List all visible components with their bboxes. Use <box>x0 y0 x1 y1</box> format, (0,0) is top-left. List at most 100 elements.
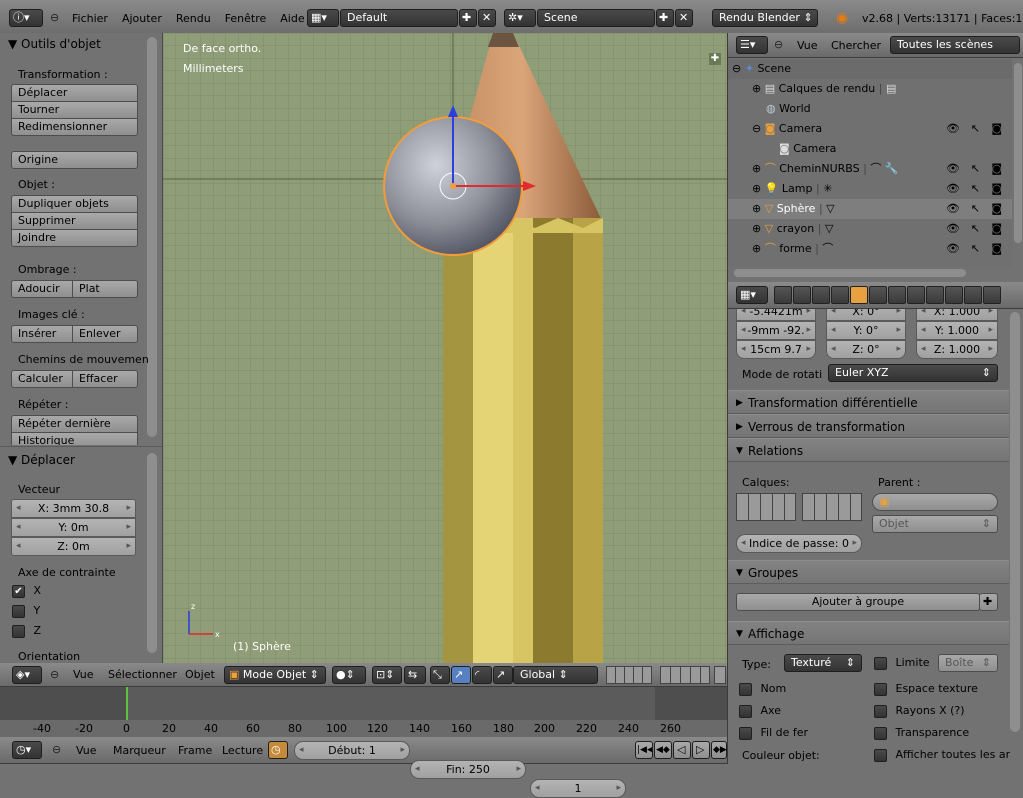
add-scene-button[interactable]: ✚ <box>656 9 674 27</box>
add-layout-button[interactable]: ✚ <box>459 9 477 27</box>
tool-shelf-title[interactable]: ▼ Outils d'objet <box>8 37 101 51</box>
render-camera-icon[interactable]: ◙ <box>991 119 1002 139</box>
constraint-z[interactable]: Z <box>12 624 41 638</box>
clear-paths-button[interactable]: Effacer <box>72 370 138 388</box>
display-panel[interactable]: Affichage <box>728 621 1009 646</box>
rotate-manipulator-button[interactable]: ↗ <box>451 666 471 684</box>
outliner-collapse-icon[interactable]: ⊖ <box>774 38 783 51</box>
visibility-camera-icon[interactable]: 👁 <box>946 119 960 139</box>
location-z-field[interactable]: 15cm 9.7 <box>736 340 816 359</box>
layers-grid-2[interactable] <box>660 666 710 684</box>
scale-manipulator-button[interactable]: ◜ <box>472 666 492 684</box>
menu-rendu[interactable]: Rendu <box>176 12 211 25</box>
layout-type-button[interactable]: ▦▾ <box>307 9 339 27</box>
vector-y-field[interactable]: Y: 0m <box>11 518 136 537</box>
axis-checkbox[interactable] <box>739 704 752 718</box>
menu-fenetre[interactable]: Fenêtre <box>225 12 267 25</box>
remove-keyframe-button[interactable]: Enlever <box>72 325 138 343</box>
repeat-last-button[interactable]: Répéter dernière <box>11 415 138 433</box>
timeline-collapse-icon[interactable]: ⊖ <box>52 743 61 756</box>
tab-scene-icon[interactable] <box>812 286 830 304</box>
transform-orientation-icon[interactable]: ↗ <box>493 666 513 684</box>
bounds-checkbox[interactable] <box>874 656 887 670</box>
visibility-sphere-icon[interactable]: 👁 <box>946 199 960 219</box>
add-to-group-button[interactable]: Ajouter à groupe <box>736 593 980 611</box>
rotation-mode-select[interactable]: Euler XYZ ⇕ <box>828 364 998 382</box>
object-layers-grid-b[interactable] <box>802 493 862 521</box>
timeline-editor-type-button[interactable]: ◷▾ <box>12 741 42 759</box>
texture-space-toggle[interactable]: Espace texture <box>874 682 978 696</box>
scale-y-field[interactable]: Y: 1.000 <box>916 321 998 340</box>
transparency-toggle[interactable]: Transparence <box>874 726 969 740</box>
select-forme-icon[interactable]: ↖ <box>971 239 980 259</box>
current-frame-field[interactable]: 1 <box>530 779 626 798</box>
tab-data-icon[interactable] <box>907 286 925 304</box>
start-frame-field[interactable]: Début: 1 <box>294 741 410 760</box>
timeline-menu-frame[interactable]: Frame <box>178 744 212 757</box>
preview-range-button[interactable]: ◷ <box>268 741 288 759</box>
location-y-field[interactable]: -9mm -92. <box>736 321 816 340</box>
timeline-menu-marker[interactable]: Marqueur <box>113 744 166 757</box>
render-sphere-icon[interactable]: ◙ <box>991 199 1002 219</box>
all-edges-toggle[interactable]: Afficher toutes les ar <box>874 748 1010 762</box>
rotate-button[interactable]: Tourner <box>11 101 138 119</box>
constraint-x[interactable]: ✔ X <box>12 584 41 598</box>
constraint-y-checkbox[interactable] <box>12 604 25 618</box>
name-checkbox[interactable] <box>739 682 752 696</box>
insert-keyframe-button[interactable]: Insérer <box>11 325 73 343</box>
relations-panel[interactable]: Relations <box>728 438 1009 463</box>
tab-material-icon[interactable] <box>926 286 944 304</box>
vector-z-field[interactable]: Z: 0m <box>11 537 136 556</box>
editor-type-info-button[interactable]: ⓘ▾ <box>9 9 43 27</box>
calculate-paths-button[interactable]: Calculer <box>11 370 73 388</box>
rotation-z-field[interactable]: Z: 0° <box>826 340 906 359</box>
tab-object-icon[interactable] <box>850 286 868 304</box>
tool-shelf-scrollbar[interactable] <box>147 37 157 437</box>
select-lamp-icon[interactable]: ↖ <box>971 179 980 199</box>
constraint-y[interactable]: Y <box>12 604 40 618</box>
render-forme-icon[interactable]: ◙ <box>991 239 1002 259</box>
outliner-menu-search[interactable]: Chercher <box>831 39 881 52</box>
timeline-menu-view[interactable]: Vue <box>76 744 97 757</box>
pass-index-field[interactable]: Indice de passe: 0 <box>736 534 862 553</box>
outliner-scrollbar-v[interactable] <box>1014 63 1022 243</box>
show-axis-toggle[interactable]: Axe <box>739 704 781 718</box>
translate-manipulator-button[interactable]: ⤡ <box>430 666 450 684</box>
show-wire-toggle[interactable]: Fil de fer <box>739 726 808 740</box>
translate-button[interactable]: Déplacer <box>11 84 138 102</box>
viewport-menu-select[interactable]: Sélectionner <box>108 668 177 681</box>
tab-particles-icon[interactable] <box>964 286 982 304</box>
jump-start-button[interactable]: |◀◀ <box>635 741 653 759</box>
select-camera-icon[interactable]: ↖ <box>971 119 980 139</box>
xray-checkbox[interactable] <box>874 704 887 718</box>
scene-select[interactable]: Scene <box>537 9 655 27</box>
select-nurbs-icon[interactable]: ↖ <box>971 159 980 179</box>
remove-scene-button[interactable]: ✕ <box>675 9 693 27</box>
join-button[interactable]: Joindre <box>11 229 138 247</box>
tab-world-icon[interactable] <box>831 286 849 304</box>
viewport-collapse-icon[interactable]: ⊖ <box>50 668 59 681</box>
select-sphere-icon[interactable]: ↖ <box>971 199 980 219</box>
tab-render-icon[interactable] <box>774 286 792 304</box>
3d-viewport[interactable]: z x De face ortho. Millimeters (1) Sphèr… <box>163 33 727 663</box>
layout-select[interactable]: Default <box>340 9 458 27</box>
tab-render-layers-icon[interactable] <box>793 286 811 304</box>
outliner-item-render-layers[interactable]: ⊕ ▤ Calques de rendu | ▤ <box>752 79 1012 99</box>
play-reverse-button[interactable]: ◁ <box>673 741 691 759</box>
outliner-menu-view[interactable]: Vue <box>797 39 818 52</box>
visibility-lamp-icon[interactable]: 👁 <box>946 179 960 199</box>
render-engine-select[interactable]: Rendu Blender ⇕ <box>712 9 818 27</box>
add-group-plus-button[interactable]: ✚ <box>979 593 998 611</box>
outliner-editor-type-button[interactable]: ☰▾ <box>736 36 768 54</box>
select-crayon-icon[interactable]: ↖ <box>971 219 980 239</box>
lock-layers-icon[interactable] <box>714 666 726 684</box>
viewport-plus-icon[interactable]: ✚ <box>709 53 721 65</box>
history-button[interactable]: Historique <box>11 432 138 445</box>
orientation-select[interactable]: Global ⇕ <box>513 666 598 684</box>
menu-fichier[interactable]: Fichier <box>72 12 108 25</box>
smooth-button[interactable]: Adoucir <box>11 280 73 298</box>
transparency-checkbox[interactable] <box>874 726 887 740</box>
origin-button[interactable]: Origine <box>11 151 138 169</box>
tab-constraints-icon[interactable] <box>869 286 887 304</box>
texture-space-checkbox[interactable] <box>874 682 887 696</box>
